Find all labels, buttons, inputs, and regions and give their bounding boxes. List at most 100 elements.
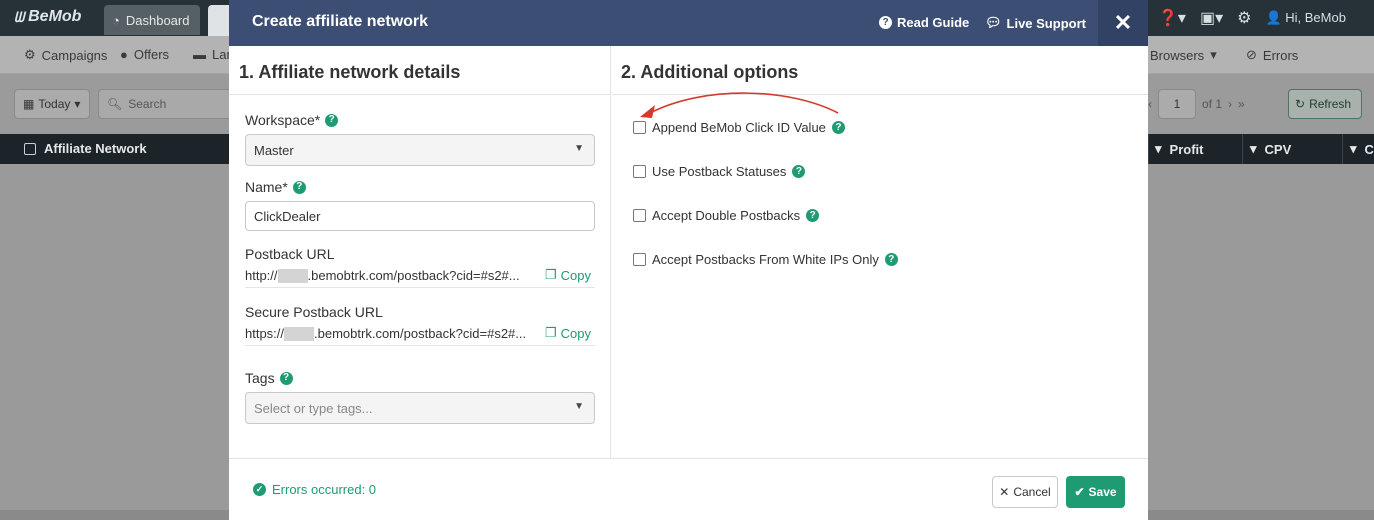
last-page-icon[interactable]: »	[1238, 97, 1245, 111]
page-total: of 1	[1202, 97, 1223, 111]
column-affiliate-network-label: Affiliate Network	[44, 141, 147, 156]
chevron-down-icon: ▼	[574, 143, 584, 154]
user-menu[interactable]: 👤 Hi, BeMob	[1265, 10, 1346, 26]
nav-offers-label: Offers	[133, 47, 170, 62]
nav-landers[interactable]: ▬ Lan	[193, 47, 234, 62]
workspace-value: Master	[254, 142, 294, 158]
column-profit[interactable]: ▾ Profit	[1155, 141, 1203, 157]
column-profit-label: Profit	[1169, 141, 1204, 157]
name-field[interactable]: ClickDealer	[245, 201, 595, 231]
filter-icon: ▾	[1250, 141, 1257, 156]
accept-double-postbacks-checkbox[interactable]	[633, 209, 646, 222]
dashboard-icon: ◔	[112, 12, 120, 28]
tags-select[interactable]: Select or type tags... ▼	[245, 392, 595, 424]
secure-postback-url-label-text: Secure Postback URL	[245, 304, 383, 320]
errors-icon: ⊘	[1246, 47, 1257, 62]
help-icon[interactable]: ?	[325, 113, 339, 127]
copy-icon: ❐	[544, 325, 557, 340]
tags-label: Tags ?	[245, 370, 293, 386]
option-use-postback-statuses[interactable]: Use Postback Statuses ?	[633, 164, 806, 179]
modal-footer: ✓ Errors occurred: 0 ✕ Cancel ✔ Save	[229, 458, 1148, 520]
name-label: Name* ?	[245, 179, 306, 195]
nav-errors[interactable]: ⊘ Errors	[1246, 47, 1298, 63]
filter-icon: ▾	[1155, 141, 1162, 156]
search-input[interactable]: 🔍︎ Search	[98, 89, 230, 119]
copy-postback-button[interactable]: ❐ Copy	[545, 267, 591, 283]
option-label: Accept Postbacks From White IPs Only	[652, 252, 879, 267]
settings-gear-icon[interactable]: ⚙	[1237, 8, 1251, 28]
chevron-down-icon: ▾	[1210, 47, 1217, 62]
workspace-select[interactable]: Master ▼	[245, 134, 595, 166]
nav-campaigns[interactable]: ⚙ Campaigns	[24, 47, 107, 63]
help-icon[interactable]: ?	[279, 371, 293, 385]
use-postback-statuses-checkbox[interactable]	[633, 165, 646, 178]
secure-postback-url-label: Secure Postback URL	[245, 304, 383, 320]
column-cpv-label: CPV	[1264, 141, 1292, 157]
date-range-label: Today	[38, 97, 71, 111]
live-support-label: Live Support	[1006, 15, 1086, 31]
calendar-icon: ▦	[23, 97, 35, 111]
next-page-icon[interactable]: ›	[1228, 97, 1232, 111]
secure-postback-url-suffix: .bemobtrk.com/postback?cid=#s2#...	[314, 326, 527, 341]
copy-icon: ❐	[544, 267, 557, 282]
tags-placeholder: Select or type tags...	[254, 400, 373, 416]
column-divider	[1242, 134, 1243, 164]
option-accept-double-postbacks[interactable]: Accept Double Postbacks ?	[633, 208, 820, 223]
check-circle-icon: ✓	[253, 483, 266, 496]
append-click-id-checkbox[interactable]	[633, 121, 646, 134]
tab-dashboard[interactable]: ◔ Dashboard	[104, 5, 200, 35]
help-icon: ?	[879, 16, 892, 29]
refresh-button[interactable]: ↻ Refresh	[1288, 89, 1362, 119]
network-details-panel: 1. Affiliate network details Workspace* …	[229, 46, 611, 458]
help-icon[interactable]: ?	[806, 209, 820, 222]
help-icon[interactable]: ?	[831, 121, 845, 134]
prev-page-icon[interactable]: ‹	[1148, 97, 1152, 111]
divider	[229, 94, 610, 95]
search-placeholder: Search	[128, 97, 167, 111]
name-label-text: Name*	[245, 179, 288, 195]
nav-errors-label: Errors	[1262, 47, 1299, 63]
nav-browsers[interactable]: Browsers ▾	[1150, 47, 1217, 63]
refresh-icon: ↻	[1295, 97, 1306, 111]
postback-url-field[interactable]: http:// .bemobtrk.com/postback?cid=#s2#.…	[245, 264, 595, 288]
live-support-link[interactable]: 💬︎ Live Support	[985, 15, 1086, 31]
column-cpv[interactable]: ▾ CPV	[1250, 141, 1291, 157]
save-button[interactable]: ✔ Save	[1066, 476, 1125, 508]
cancel-button[interactable]: ✕ Cancel	[992, 476, 1058, 508]
option-append-click-id[interactable]: Append BeMob Click ID Value ?	[633, 120, 845, 135]
copy-secure-postback-button[interactable]: ❐ Copy	[545, 325, 591, 341]
help-menu-icon[interactable]: ❓▾	[1158, 8, 1186, 28]
workspace-label: Workspace* ?	[245, 112, 339, 128]
date-range-button[interactable]: ▦ Today ▾	[14, 89, 90, 119]
help-icon[interactable]: ?	[884, 253, 898, 266]
tab-dashboard-label: Dashboard	[125, 12, 190, 28]
white-ips-only-checkbox[interactable]	[633, 253, 646, 266]
help-icon[interactable]: ?	[292, 180, 306, 194]
errors-text: Errors occurred: 0	[272, 482, 377, 497]
section-title-options: 2. Additional options	[621, 62, 799, 82]
windows-menu-icon[interactable]: ▣▾	[1200, 8, 1223, 28]
search-icon: 🔍︎	[107, 97, 123, 111]
check-icon: ✔	[1074, 485, 1085, 499]
nav-offers[interactable]: ● Offers	[120, 47, 169, 62]
column-c[interactable]: ▾ C	[1350, 141, 1374, 157]
app-logo[interactable]: ᗯ BeMob	[14, 8, 81, 26]
save-label: Save	[1088, 485, 1117, 499]
errors-status: ✓ Errors occurred: 0	[253, 482, 376, 497]
column-divider	[1148, 134, 1149, 164]
page-number-input[interactable]: 1	[1158, 89, 1196, 119]
times-icon: ✕	[999, 485, 1010, 499]
column-affiliate-network[interactable]: Affiliate Network	[24, 141, 147, 156]
help-icon[interactable]: ?	[792, 165, 806, 178]
option-white-ips-only[interactable]: Accept Postbacks From White IPs Only ?	[633, 252, 898, 267]
select-all-checkbox[interactable]	[24, 142, 36, 155]
name-value: ClickDealer	[254, 208, 321, 224]
secure-postback-url-field[interactable]: https:// .bemobtrk.com/postback?cid=#s2#…	[245, 322, 595, 346]
top-right-menu: ❓▾ ▣▾ ⚙ 👤 Hi, BeMob	[1158, 0, 1346, 36]
postback-url-suffix: .bemobtrk.com/postback?cid=#s2#...	[307, 268, 520, 283]
pagination: ‹ 1 of 1 › »	[1148, 89, 1245, 119]
logo-text: BeMob	[28, 8, 82, 25]
read-guide-link[interactable]: ? Read Guide	[879, 15, 969, 30]
close-button[interactable]: ✕	[1098, 0, 1148, 46]
modal-title: Create affiliate network	[252, 13, 429, 30]
